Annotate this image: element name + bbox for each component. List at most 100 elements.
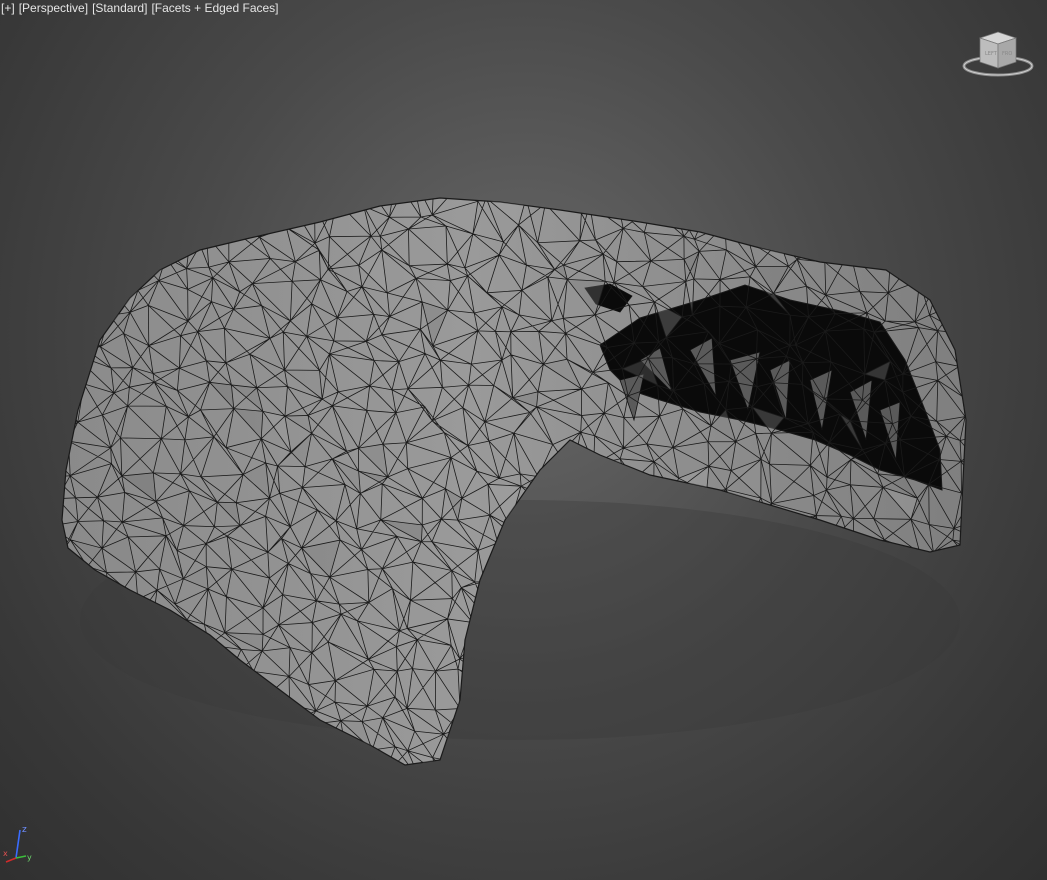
mesh-facet xyxy=(701,104,720,131)
mesh-facet xyxy=(693,45,734,80)
mesh-facet xyxy=(516,854,544,880)
mesh-facet xyxy=(699,80,735,104)
mesh-facet xyxy=(469,0,489,26)
mesh-facet xyxy=(212,208,229,227)
mesh-facet xyxy=(17,719,56,762)
mesh-facet xyxy=(296,148,311,178)
rock-arch-mesh[interactable] xyxy=(0,0,1047,880)
mesh-facet xyxy=(188,161,215,175)
mesh-facet xyxy=(925,722,966,751)
mesh-facet xyxy=(971,722,993,752)
mesh-facet xyxy=(18,0,51,35)
mesh-facet xyxy=(268,205,293,228)
mesh-facet xyxy=(19,303,60,331)
mesh-facet xyxy=(0,0,30,31)
mesh-facet xyxy=(217,80,240,108)
mesh-facet xyxy=(79,100,111,128)
mesh-facet xyxy=(187,780,215,802)
mesh-facet xyxy=(409,0,449,19)
mesh-facet xyxy=(35,124,59,166)
mesh-facet xyxy=(934,160,967,187)
mesh-facet xyxy=(62,566,88,595)
mesh-facet xyxy=(394,45,423,83)
mesh-facet xyxy=(304,198,337,202)
mesh-facet xyxy=(912,136,946,164)
mesh-facet xyxy=(386,851,410,880)
mesh-facet xyxy=(150,703,193,734)
mesh-facet xyxy=(215,802,239,831)
mesh-facet xyxy=(684,45,699,88)
mesh-facet xyxy=(982,851,1017,880)
mesh-facet xyxy=(10,285,19,302)
mesh-facet xyxy=(28,489,57,526)
mesh-facet xyxy=(627,17,648,50)
mesh-facet xyxy=(982,851,1017,880)
mesh-facet xyxy=(780,198,813,203)
mesh-facet xyxy=(647,50,684,75)
mesh-facet xyxy=(809,718,836,759)
mesh-facet xyxy=(850,718,880,745)
mesh-facet xyxy=(985,518,1006,542)
mesh-facet xyxy=(979,464,1020,488)
perspective-viewport[interactable]: [+] [Perspective] [Standard] [Facets + E… xyxy=(0,0,1047,880)
mesh-facet xyxy=(1017,670,1043,709)
mesh-facet xyxy=(980,623,1023,654)
mesh-facet xyxy=(652,122,678,149)
mesh-facet xyxy=(99,857,131,880)
mesh-facet xyxy=(315,33,337,62)
mesh-facet xyxy=(812,198,839,201)
mesh-facet xyxy=(200,21,242,58)
mesh-facet xyxy=(992,126,1021,159)
mesh-facet xyxy=(979,464,1020,488)
mesh-facet xyxy=(674,198,708,208)
mesh-facet xyxy=(8,87,33,114)
mesh-facet xyxy=(908,42,929,77)
mesh-facet xyxy=(814,120,836,164)
mesh-facet xyxy=(217,80,240,108)
mesh-facet xyxy=(882,100,912,136)
axis-z-label: z xyxy=(22,825,27,835)
mesh-facet xyxy=(935,212,966,226)
mesh-facet xyxy=(745,148,783,180)
mesh-facet xyxy=(956,123,998,145)
mesh-facet xyxy=(449,120,465,148)
mesh-facet xyxy=(128,136,158,152)
mesh-facet xyxy=(81,200,112,231)
mesh-facet xyxy=(722,208,758,242)
mesh-facet xyxy=(205,722,244,760)
mesh-facet xyxy=(1041,724,1047,749)
mesh-facet xyxy=(53,833,88,852)
mesh-facet xyxy=(1007,776,1037,807)
mesh-facet xyxy=(640,831,684,854)
mesh-facet xyxy=(1039,82,1047,96)
mesh-facet xyxy=(539,854,573,880)
mesh-facet xyxy=(877,22,907,42)
mesh-facet xyxy=(711,156,727,191)
mesh-facet xyxy=(192,733,217,755)
mesh-facet xyxy=(384,777,426,815)
mesh-facet xyxy=(199,860,239,880)
mesh-facet xyxy=(155,198,190,204)
mesh-facet xyxy=(0,775,32,802)
mesh-facet xyxy=(335,149,365,183)
mesh-facet xyxy=(511,22,541,57)
mesh-facet xyxy=(437,148,466,177)
mesh-facet xyxy=(632,73,656,99)
mesh-facet xyxy=(605,853,625,880)
mesh-facet xyxy=(253,0,295,30)
mesh-facet xyxy=(16,291,61,304)
mesh-facet xyxy=(801,23,831,53)
mesh-facet xyxy=(538,156,576,190)
mesh-facet xyxy=(882,830,913,855)
mesh-facet xyxy=(565,744,595,765)
mesh-facet xyxy=(146,725,193,762)
mesh-facet xyxy=(127,753,164,765)
mesh-facet xyxy=(979,361,1006,393)
axis-y-label: y xyxy=(27,853,32,862)
mesh-facet xyxy=(866,44,885,82)
mesh-facet xyxy=(832,774,865,797)
mesh-facet xyxy=(0,649,35,678)
mesh-facet xyxy=(725,745,750,765)
mesh-facet xyxy=(779,71,805,109)
mesh-facet xyxy=(16,291,61,304)
